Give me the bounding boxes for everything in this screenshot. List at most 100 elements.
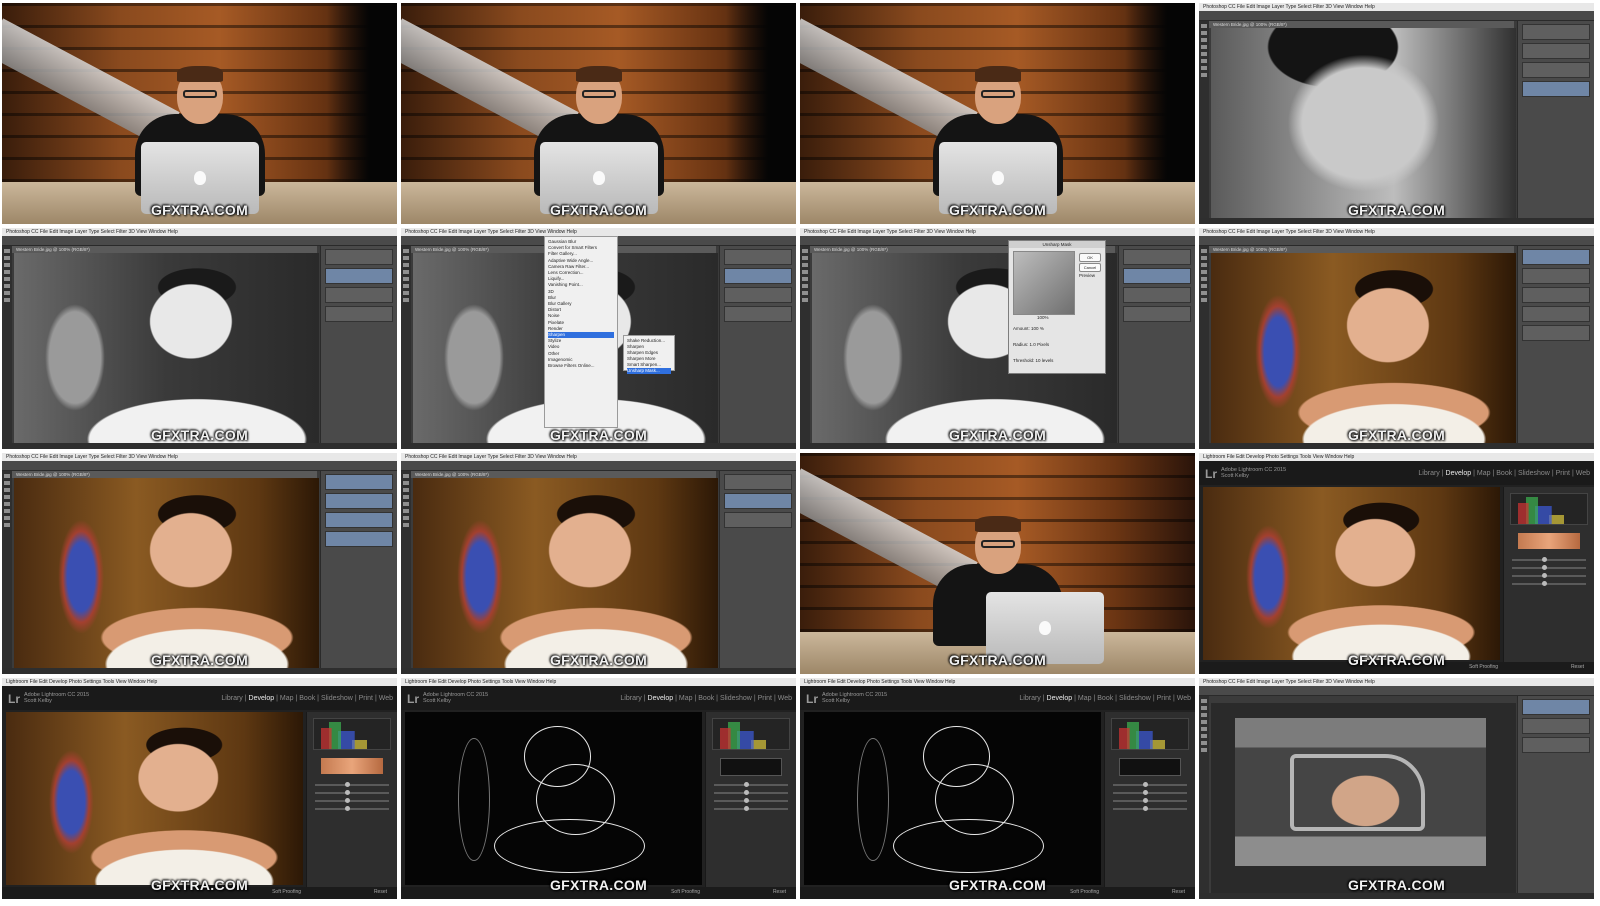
photoshop-tile[interactable]: Photoshop CC File Edit Image Layer Type … (401, 228, 796, 449)
ok-button[interactable]: OK (1079, 253, 1101, 262)
options-bar[interactable] (401, 461, 796, 471)
studio-tile[interactable]: GFXTRA.COM (800, 453, 1195, 674)
lightroom-tile[interactable]: Lightroom File Edit Develop Photo Settin… (401, 678, 796, 899)
filter-menu[interactable]: Gaussian Blur Convert for Smart Filters … (544, 236, 618, 428)
threshold-row[interactable]: Threshold: 10 levels (1013, 357, 1101, 365)
menu-bar[interactable]: Photoshop CC File Edit Image Layer Type … (1199, 3, 1594, 11)
module-book[interactable]: Book (698, 695, 714, 702)
develop-image[interactable] (6, 712, 303, 885)
canvas[interactable] (1211, 28, 1516, 218)
photoshop-tile[interactable]: Photoshop CC File Edit Image Layer Type … (2, 228, 397, 449)
layers-panel[interactable] (1517, 696, 1594, 899)
module-map[interactable]: Map (1477, 470, 1491, 477)
tools-panel[interactable] (800, 246, 810, 443)
right-panel[interactable] (705, 712, 796, 899)
canvas[interactable] (1211, 703, 1516, 893)
options-bar[interactable] (1199, 686, 1594, 696)
options-bar[interactable] (1199, 11, 1594, 21)
tools-panel[interactable] (1199, 21, 1209, 218)
canvas[interactable] (14, 253, 319, 443)
lightroom-tile[interactable]: Lightroom File Edit Develop Photo Settin… (2, 678, 397, 899)
studio-tile[interactable]: GFXTRA.COM (401, 3, 796, 224)
sharpen-masking-slider[interactable] (714, 806, 788, 811)
sharpen-amount-slider[interactable] (315, 782, 389, 787)
module-slideshow[interactable]: Slideshow (1119, 695, 1151, 702)
right-panel[interactable] (1503, 487, 1594, 674)
radius-field[interactable]: 1.0 (1030, 342, 1036, 347)
sharpen-radius-slider[interactable] (315, 790, 389, 795)
reset-button[interactable]: Reset (1172, 889, 1185, 895)
actions-panel[interactable] (1517, 246, 1594, 449)
module-print[interactable]: Print (359, 695, 373, 702)
reset-button[interactable]: Reset (773, 889, 786, 895)
channels-panel[interactable] (1517, 21, 1594, 224)
menu-bar[interactable]: Lightroom File Edit Develop Photo Settin… (401, 678, 796, 686)
right-panel[interactable] (306, 712, 397, 899)
layers-panel[interactable] (719, 471, 796, 674)
masking-preview-image[interactable] (405, 712, 702, 885)
lightroom-tile[interactable]: Lightroom File Edit Develop Photo Settin… (800, 678, 1195, 899)
module-map[interactable]: Map (280, 695, 294, 702)
module-slideshow[interactable]: Slideshow (1518, 470, 1550, 477)
document-tab[interactable]: Western Bride.jpg @ 100% (RGB/8*) (1209, 21, 1514, 28)
preview-checkbox[interactable]: Preview (1079, 273, 1095, 278)
reset-button[interactable]: Reset (374, 889, 387, 895)
module-develop[interactable]: Develop (249, 695, 275, 702)
module-library[interactable]: Library (1019, 695, 1040, 702)
sharpen-amount-slider[interactable] (714, 782, 788, 787)
tools-panel[interactable] (2, 471, 12, 668)
soft-proofing-checkbox[interactable]: Soft Proofing (671, 889, 700, 895)
channels-panel[interactable] (1118, 246, 1195, 449)
module-picker[interactable]: Library | Develop | Map | Book | Slidesh… (221, 695, 393, 702)
channels-panel[interactable] (719, 246, 796, 449)
menu-bar[interactable]: Lightroom File Edit Develop Photo Settin… (1199, 453, 1594, 461)
sharpen-amount-slider[interactable] (1512, 557, 1586, 562)
reset-button[interactable]: Reset (1571, 664, 1584, 670)
sharpen-radius-slider[interactable] (714, 790, 788, 795)
soft-proofing-checkbox[interactable]: Soft Proofing (1070, 889, 1099, 895)
document-tab[interactable]: Western Bride.jpg @ 100% (RGB/8*) (12, 246, 317, 253)
module-print[interactable]: Print (758, 695, 772, 702)
module-picker[interactable]: Library | Develop | Map | Book | Slidesh… (620, 695, 792, 702)
sharpen-detail-slider[interactable] (1113, 798, 1187, 803)
module-web[interactable]: Web (1177, 695, 1191, 702)
sharpen-masking-slider[interactable] (1512, 581, 1586, 586)
channels-panel[interactable] (320, 471, 397, 674)
module-web[interactable]: Web (778, 695, 792, 702)
menu-bar[interactable]: Photoshop CC File Edit Image Layer Type … (401, 228, 796, 236)
options-bar[interactable] (2, 461, 397, 471)
sharpen-masking-slider[interactable] (315, 806, 389, 811)
amount-row[interactable]: Amount: 100 % (1013, 325, 1101, 333)
document-tab[interactable]: Western Bride.jpg @ 100% (RGB/8*) (12, 471, 317, 478)
module-book[interactable]: Book (299, 695, 315, 702)
module-map[interactable]: Map (679, 695, 693, 702)
module-web[interactable]: Web (379, 695, 393, 702)
module-map[interactable]: Map (1078, 695, 1092, 702)
sharpen-radius-slider[interactable] (1113, 790, 1187, 795)
module-print[interactable]: Print (1556, 470, 1570, 477)
module-develop[interactable]: Develop (648, 695, 674, 702)
module-book[interactable]: Book (1097, 695, 1113, 702)
tools-panel[interactable] (2, 246, 12, 443)
photoshop-tile[interactable]: Photoshop CC File Edit Image Layer Type … (1199, 228, 1594, 449)
module-slideshow[interactable]: Slideshow (321, 695, 353, 702)
menu-bar[interactable]: Photoshop CC File Edit Image Layer Type … (800, 228, 1195, 236)
canvas[interactable] (1211, 253, 1516, 443)
menu-bar[interactable]: Lightroom File Edit Develop Photo Settin… (800, 678, 1195, 686)
amount-field[interactable]: 100 (1031, 326, 1039, 331)
studio-tile[interactable]: GFXTRA.COM (2, 3, 397, 224)
tools-panel[interactable] (1199, 696, 1209, 893)
photoshop-tile[interactable]: Photoshop CC File Edit Image Layer Type … (1199, 678, 1594, 899)
module-library[interactable]: Library (1418, 470, 1439, 477)
sharpen-radius-slider[interactable] (1512, 565, 1586, 570)
develop-image[interactable] (1203, 487, 1500, 660)
tools-panel[interactable] (401, 246, 411, 443)
document-tab[interactable]: Western Bride.jpg @ 100% (RGB/8*) (411, 471, 716, 478)
module-develop[interactable]: Develop (1446, 470, 1472, 477)
canvas[interactable] (14, 478, 319, 668)
menu-item[interactable]: Browse Filters Online... (548, 363, 614, 369)
studio-tile[interactable]: GFXTRA.COM (800, 3, 1195, 224)
menu-bar[interactable]: Photoshop CC File Edit Image Layer Type … (2, 228, 397, 236)
module-picker[interactable]: Library | Develop | Map | Book | Slidesh… (1019, 695, 1191, 702)
tools-panel[interactable] (1199, 246, 1209, 443)
